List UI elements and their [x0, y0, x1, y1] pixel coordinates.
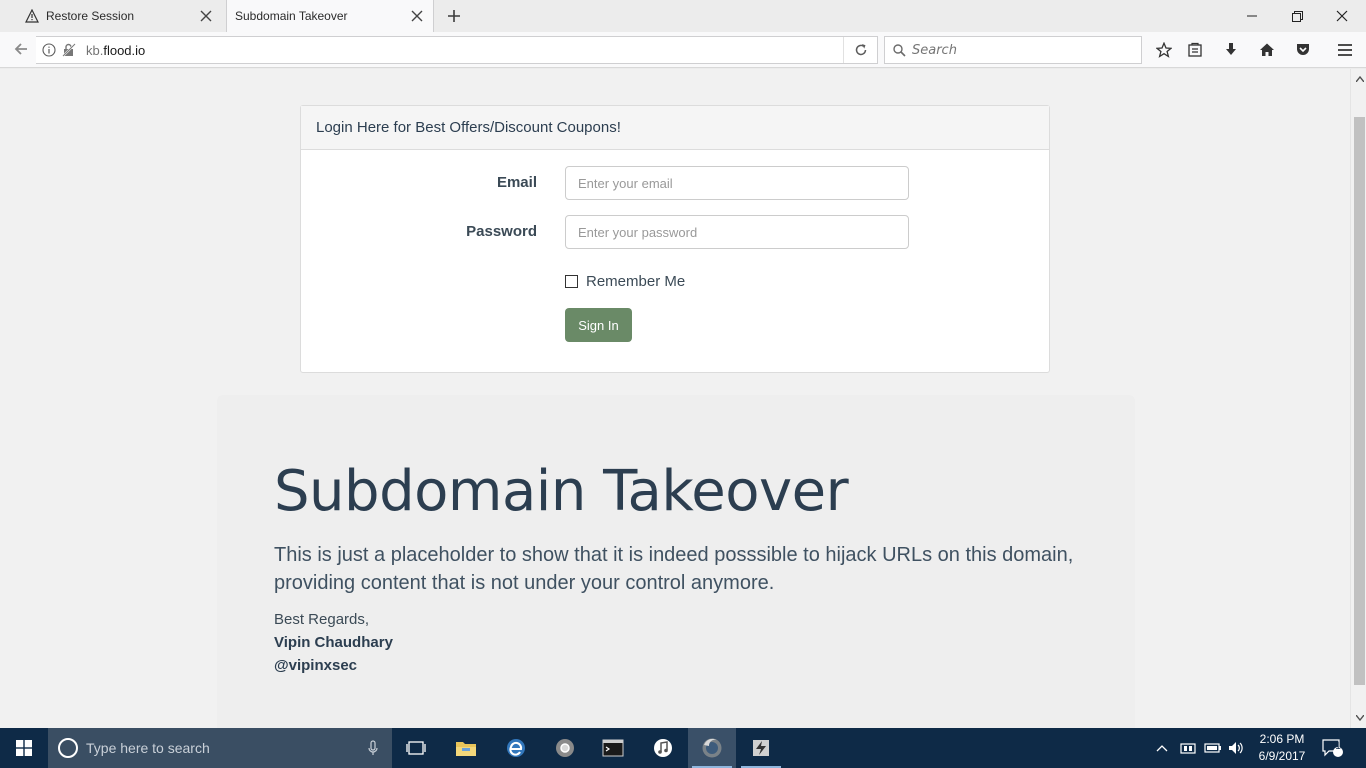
cortana-icon	[58, 738, 78, 758]
email-row: Email Enter your email	[301, 166, 1051, 200]
remember-me[interactable]: Remember Me	[565, 273, 685, 290]
itunes-icon[interactable]	[639, 728, 687, 768]
windows-start-icon[interactable]	[0, 728, 48, 768]
back-button[interactable]	[8, 36, 34, 62]
taskbar: Type here to search 2:06 PM 6/9/2017 1	[0, 728, 1366, 768]
microphone-icon[interactable]	[368, 740, 378, 759]
close-icon[interactable]	[409, 8, 425, 24]
info-icon[interactable]	[40, 41, 58, 59]
author-name: Vipin Chaudhary	[274, 634, 393, 651]
home-icon[interactable]	[1255, 38, 1279, 62]
battery-icon[interactable]	[1204, 728, 1222, 768]
remember-me-checkbox[interactable]	[565, 275, 578, 288]
jumbotron: Subdomain Takeover This is just a placeh…	[217, 395, 1135, 728]
download-icon[interactable]	[1219, 38, 1243, 62]
page-content: Login Here for Best Offers/Discount Coup…	[0, 69, 1350, 728]
taskbar-search-placeholder: Type here to search	[86, 740, 210, 756]
lead-text: This is just a placeholder to show that …	[274, 544, 1074, 594]
url-prefix: kb.	[86, 42, 104, 58]
show-hidden-icons-icon[interactable]	[1156, 728, 1168, 768]
login-panel: Login Here for Best Offers/Discount Coup…	[300, 105, 1050, 373]
menu-hamburger-icon[interactable]	[1333, 38, 1357, 62]
screen: Restore Session Subdomain Takeover kb.fl…	[0, 0, 1366, 768]
firefox-icon[interactable]	[688, 728, 736, 768]
chrome-icon[interactable]	[541, 728, 589, 768]
password-field[interactable]: Enter your password	[565, 215, 909, 249]
volume-icon[interactable]	[1228, 728, 1244, 768]
tab-title: Subdomain Takeover	[235, 9, 348, 23]
url-text: kb.flood.io	[86, 43, 145, 58]
url-bar[interactable]: kb.flood.io	[36, 36, 878, 64]
page-title: Subdomain Takeover	[274, 459, 849, 524]
reading-list-icon[interactable]	[1183, 38, 1207, 62]
password-label: Password	[466, 223, 537, 240]
tab-restore-session[interactable]: Restore Session	[14, 0, 222, 32]
clock-time: 2:06 PM	[1259, 732, 1305, 746]
task-view-icon[interactable]	[392, 728, 440, 768]
file-explorer-icon[interactable]	[442, 728, 490, 768]
search-input[interactable]	[912, 42, 1132, 58]
scrollbar-thumb[interactable]	[1354, 117, 1365, 685]
tab-bar: Restore Session Subdomain Takeover	[0, 0, 1366, 32]
action-center-icon[interactable]: 1	[1322, 728, 1344, 768]
minimize-button[interactable]	[1240, 6, 1264, 26]
bookmark-star-icon[interactable]	[1152, 38, 1176, 62]
app-lightning-icon[interactable]	[737, 728, 785, 768]
scroll-up-arrow-icon[interactable]	[1354, 73, 1365, 85]
tab-title: Restore Session	[46, 9, 135, 23]
password-placeholder: Enter your password	[578, 224, 698, 240]
pocket-icon[interactable]	[1291, 38, 1315, 62]
clock-date: 6/9/2017	[1258, 749, 1306, 763]
url-domain: flood.io	[103, 42, 146, 58]
vertical-scrollbar[interactable]	[1350, 69, 1366, 728]
network-icon[interactable]	[1180, 728, 1196, 768]
email-field[interactable]: Enter your email	[565, 166, 909, 200]
tab-subdomain-takeover[interactable]: Subdomain Takeover	[226, 0, 434, 32]
search-bar[interactable]	[884, 36, 1142, 64]
edge-browser-icon[interactable]	[492, 728, 540, 768]
sign-in-button[interactable]: Sign In	[565, 308, 632, 342]
system-clock[interactable]: 2:06 PM 6/9/2017	[1252, 731, 1312, 765]
author-handle: @vipinxsec	[274, 657, 357, 674]
password-row: Password Enter your password	[301, 215, 1051, 249]
reload-button[interactable]	[843, 37, 877, 63]
close-icon[interactable]	[198, 8, 214, 24]
search-icon	[893, 43, 906, 57]
panel-heading: Login Here for Best Offers/Discount Coup…	[301, 106, 1049, 150]
email-label: Email	[496, 174, 537, 191]
notification-count: 1	[1335, 741, 1341, 752]
new-tab-button[interactable]	[444, 6, 464, 26]
email-placeholder: Enter your email	[578, 175, 673, 191]
warning-icon	[24, 8, 40, 24]
terminal-icon[interactable]	[589, 728, 637, 768]
regards-text: Best Regards,	[274, 611, 370, 628]
close-window-button[interactable]	[1330, 6, 1354, 26]
scroll-down-arrow-icon[interactable]	[1354, 712, 1365, 724]
navigation-bar: kb.flood.io	[0, 32, 1366, 68]
remember-me-label: Remember Me	[586, 273, 686, 290]
insecure-lock-icon	[62, 43, 76, 62]
restore-button[interactable]	[1285, 6, 1309, 26]
taskbar-search-box[interactable]: Type here to search	[48, 728, 392, 768]
